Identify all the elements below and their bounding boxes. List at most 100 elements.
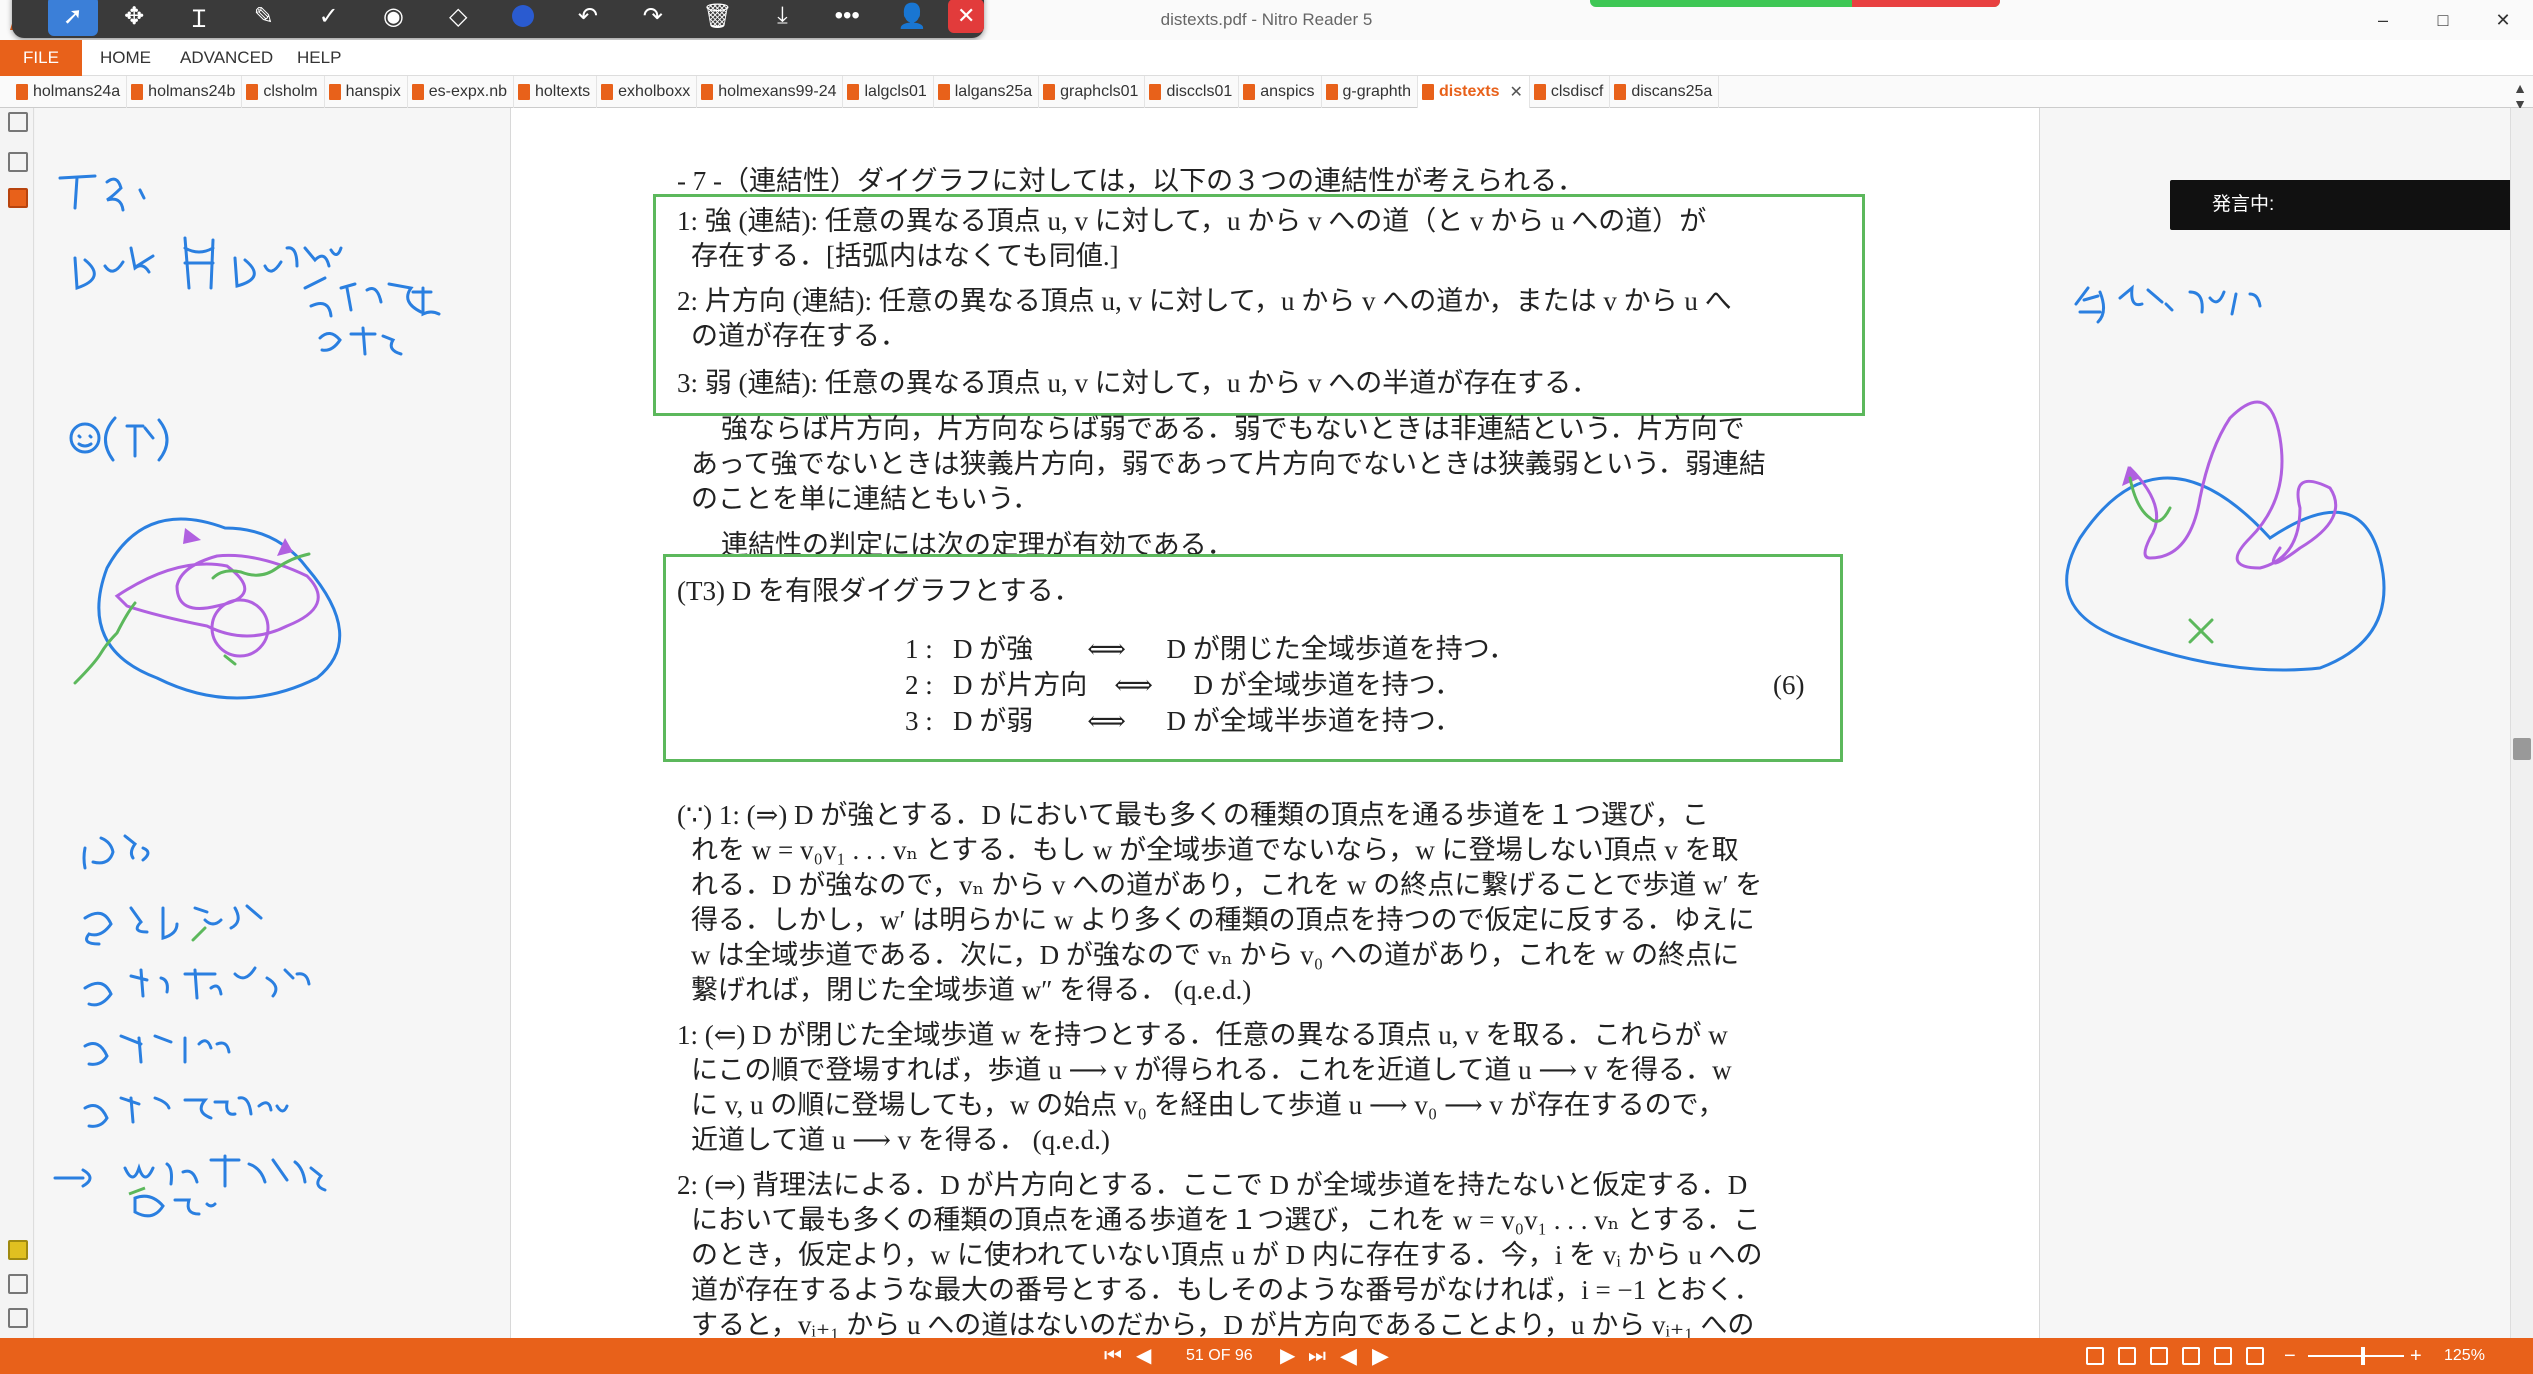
tab-label: holmans24a: [33, 82, 121, 100]
menu-bar: FILE HOME ADVANCED HELP: [0, 40, 2533, 76]
menu-advanced[interactable]: ADVANCED: [180, 40, 273, 76]
attachments-icon[interactable]: [8, 188, 28, 208]
tab-label: lalgans25a: [954, 82, 1033, 100]
bookmarks-icon[interactable]: [8, 152, 28, 172]
fields-icon[interactable]: [8, 1308, 28, 1328]
tab-holmans24a[interactable]: holmans24a: [12, 75, 128, 108]
theorem-line-1: 1 : D が強 ⟺ D が閉じた全域歩道を持つ．: [905, 634, 1516, 664]
menu-file[interactable]: FILE: [0, 40, 82, 76]
right-margin-notes[interactable]: [2040, 108, 2510, 1338]
undo-icon[interactable]: ↶: [560, 0, 617, 36]
tab-clsdiscf[interactable]: clsdiscf: [1530, 75, 1611, 108]
tab-g-graphth[interactable]: g-graphth: [1322, 75, 1418, 108]
tab-clsholm[interactable]: clsholm: [242, 75, 325, 108]
tab-close-icon[interactable]: ✕: [1509, 82, 1522, 102]
pdf-file-icon: [1325, 83, 1338, 100]
theorem-line-2: 2 : D が片方向 ⟺ D が全域歩道を持つ．: [905, 670, 1462, 700]
tab-graphcls01[interactable]: graphcls01: [1039, 75, 1146, 108]
scrollbar-thumb[interactable]: [2513, 738, 2531, 760]
pages-icon[interactable]: [8, 112, 28, 132]
proof-line: 道が存在するような最大の番号とする．もしそのような番号がなければ，i = −1 …: [691, 1275, 1761, 1305]
trash-icon[interactable]: 🗑: [689, 0, 746, 36]
pdf-page[interactable]: - 7 -（連結性）ダイグラフに対しては，以下の３つの連結性が考えられる． 1:…: [510, 108, 2040, 1338]
page-indicator[interactable]: 51 OF 96: [1186, 1338, 1253, 1374]
last-page-icon[interactable]: ⏭: [1308, 1338, 1326, 1374]
status-bar: ⏮ ◀ 51 OF 96 ▶ ⏭ ◀ ▶ − + 125%: [0, 1338, 2533, 1374]
close-button[interactable]: ✕: [2473, 0, 2533, 40]
tab-label: clsholm: [263, 82, 318, 100]
pdf-file-icon: [518, 83, 530, 100]
tab-disccls01[interactable]: disccls01: [1145, 75, 1240, 108]
pointer-icon[interactable]: ➚: [48, 0, 98, 36]
pdf-file-icon: [1149, 83, 1162, 100]
tab-hanspix[interactable]: hanspix: [325, 75, 408, 108]
tab-label: graphcls01: [1060, 82, 1139, 100]
first-page-icon[interactable]: ⏮: [1104, 1338, 1122, 1374]
more-icon[interactable]: •••: [819, 0, 876, 36]
zoom-in-icon[interactable]: +: [2410, 1338, 2422, 1374]
pdf-file-icon: [601, 83, 614, 100]
color-icon[interactable]: [495, 0, 552, 36]
tab-holmans24b[interactable]: holmans24b: [127, 75, 243, 108]
brush-icon[interactable]: ◉: [365, 0, 422, 36]
text-icon[interactable]: Ｉ: [171, 0, 228, 36]
fit-page-icon[interactable]: [2214, 1347, 2232, 1365]
layers-icon[interactable]: [8, 1274, 28, 1294]
menu-help[interactable]: HELP: [297, 40, 341, 76]
tab-lalgans25a[interactable]: lalgans25a: [934, 75, 1040, 108]
proof-line: において最も多くの種類の頂点を通る歩道を１つ選び，これを w = v₀v₁ . …: [691, 1205, 1761, 1235]
zoom-out-icon[interactable]: −: [2284, 1338, 2296, 1374]
facing-continuous-icon[interactable]: [2182, 1347, 2200, 1365]
maximize-button[interactable]: □: [2413, 0, 2473, 40]
left-handwritten-notes: [53, 174, 441, 1218]
prev-page-icon[interactable]: ◀: [1136, 1338, 1151, 1374]
tab-holtexts[interactable]: holtexts: [514, 75, 598, 108]
tab-es-expx.nb[interactable]: es-expx.nb: [408, 75, 514, 108]
proof-line: 得る．しかし，w′ は明らかに w より多くの種類の頂点を持つので仮定に反する．…: [691, 905, 1755, 935]
download-icon[interactable]: ⤓: [754, 0, 811, 36]
equation-number: (6): [1773, 670, 1805, 700]
theorem-line-3: 3 : D が弱 ⟺ D が全域半歩道を持つ．: [905, 706, 1462, 736]
zoom-slider[interactable]: [2308, 1347, 2404, 1365]
tab-holmexans99-24[interactable]: holmexans99-24: [697, 75, 844, 108]
tab-label: discans25a: [1631, 82, 1713, 100]
pen-icon[interactable]: ✎: [235, 0, 292, 36]
proof-line: (∵) 1: (⇒) D が強とする．D において最も多くの種類の頂点を通る歩道…: [677, 800, 1709, 830]
pdf-file-icon: [1422, 83, 1434, 100]
move-icon[interactable]: ✥: [106, 0, 163, 36]
user-icon[interactable]: 👤: [884, 0, 941, 36]
tab-anspics[interactable]: anspics: [1239, 75, 1322, 108]
definition-3: 3: 弱 (連結): 任意の異なる頂点 u, v に対して，u から v への半…: [677, 368, 1599, 398]
pen-toolbar: ➚ ✥ Ｉ ✎ ✓ ◉ ◇ ↶ ↷ 🗑 ⤓ ••• 👤 ✕: [12, 0, 984, 38]
close-icon[interactable]: ✕: [948, 0, 984, 33]
tab-label: hanspix: [345, 82, 401, 100]
vertical-scrollbar[interactable]: [2510, 108, 2533, 1338]
minimize-button[interactable]: –: [2353, 0, 2413, 40]
tab-label: distexts: [1439, 82, 1500, 100]
eraser-icon[interactable]: ◇: [430, 0, 487, 36]
tab-distexts[interactable]: distexts ✕: [1418, 75, 1530, 108]
next-page-icon[interactable]: ▶: [1280, 1338, 1295, 1374]
tab-discans25a[interactable]: discans25a: [1610, 75, 1720, 108]
check-icon[interactable]: ✓: [300, 0, 357, 36]
pdf-file-icon: [16, 83, 28, 100]
proof-line: 繋げれば，閉じた全域歩道 w″ を得る． (q.e.d.): [691, 975, 1252, 1005]
pdf-file-icon: [1043, 83, 1056, 100]
back-view-icon[interactable]: ◀: [1340, 1338, 1357, 1374]
tab-exholboxx[interactable]: exholboxx: [597, 75, 698, 108]
comments-icon[interactable]: [8, 1240, 28, 1260]
redo-icon[interactable]: ↷: [624, 0, 681, 36]
zoom-slider-thumb[interactable]: [2360, 1347, 2365, 1365]
proof-line: すると，vᵢ₊₁ から u への道はないのだから，D が片方向であることより，u…: [691, 1310, 1755, 1338]
definition-1b: 存在する．[括弧内はなくても同値.]: [691, 241, 1119, 271]
left-margin-notes[interactable]: [35, 108, 510, 1338]
facing-icon[interactable]: [2150, 1347, 2168, 1365]
fit-width-icon[interactable]: [2246, 1347, 2264, 1365]
proof-line: れを w = v₀v₁ . . . vₙ とする．もし w が全域歩道でないなら…: [691, 835, 1739, 865]
menu-home[interactable]: HOME: [100, 40, 151, 76]
continuous-icon[interactable]: [2118, 1347, 2136, 1365]
tab-lalgcls01[interactable]: lalgcls01: [843, 75, 934, 108]
forward-view-icon[interactable]: ▶: [1372, 1338, 1389, 1374]
single-page-icon[interactable]: [2086, 1347, 2104, 1365]
window-controls: – □ ✕: [2353, 0, 2533, 40]
